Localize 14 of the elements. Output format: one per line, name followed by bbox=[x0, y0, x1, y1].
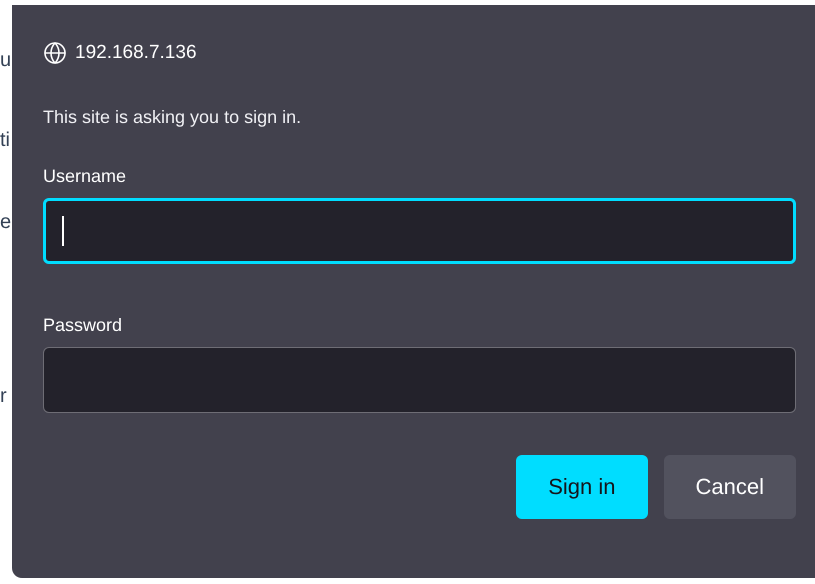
username-field[interactable] bbox=[43, 198, 796, 264]
background-text: e bbox=[0, 210, 12, 234]
sign-in-button[interactable]: Sign in bbox=[516, 454, 648, 518]
text-cursor bbox=[62, 216, 64, 246]
field-label: Password bbox=[43, 314, 124, 336]
globe-icon bbox=[43, 41, 67, 66]
background-text: ti bbox=[0, 128, 11, 152]
background-text: u bbox=[0, 48, 12, 72]
password-field[interactable] bbox=[43, 346, 796, 412]
field-label: Username bbox=[43, 164, 128, 188]
site-address: 192.168.7.136 bbox=[75, 41, 197, 65]
sign-in-message: This site is asking you to sign in. bbox=[43, 106, 302, 129]
cancel-button[interactable]: Cancel bbox=[664, 454, 796, 518]
background-text: r bbox=[0, 384, 8, 408]
